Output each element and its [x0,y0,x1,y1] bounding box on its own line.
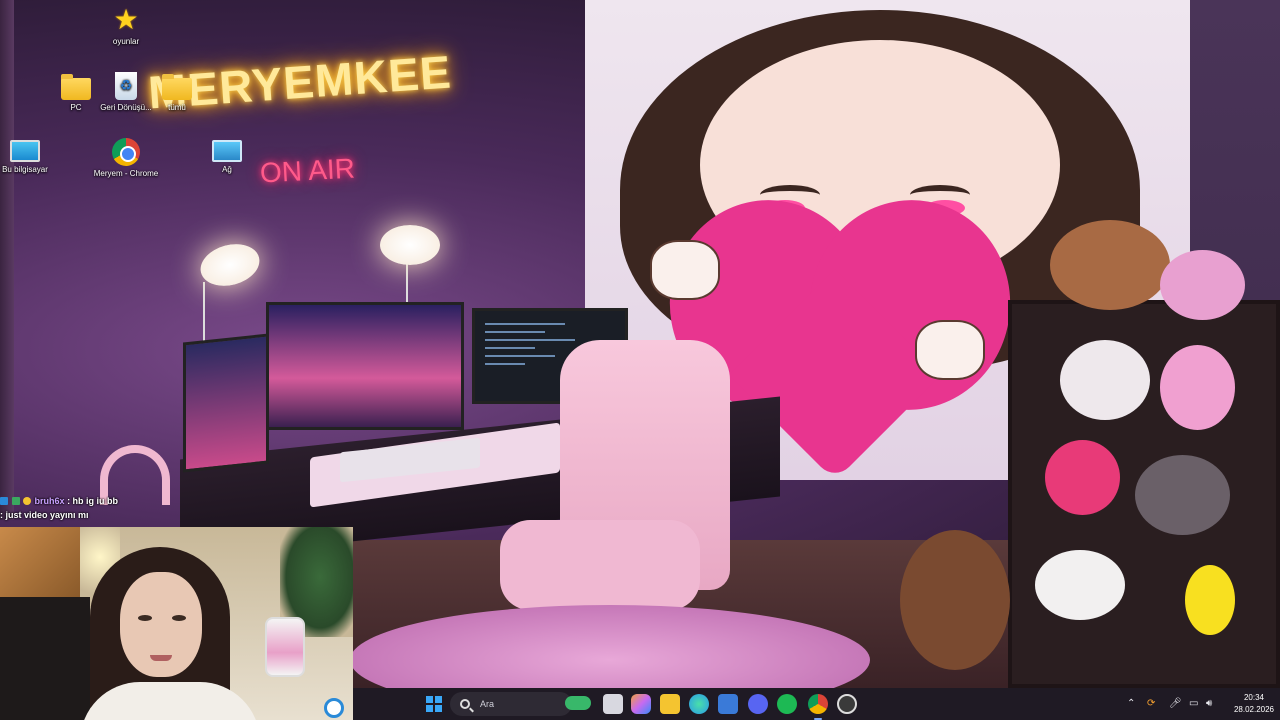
chat-text: : just video yayını mı [0,510,89,520]
desktop-icon-label: PC [70,103,82,112]
code-line [485,347,535,349]
desktop-icon-tumu[interactable]: tümü [143,74,211,113]
curtain [0,0,14,520]
code-line [485,355,555,357]
neon-on-air-sign: ON AIR [259,152,356,189]
sync-icon[interactable]: ⟳ [1147,688,1155,720]
spotify-button[interactable] [777,694,797,714]
chevron-up-icon[interactable]: ⌃ [1127,688,1135,720]
star-icon: ★ [113,4,139,35]
lamp [195,237,265,293]
desktop-icon-chrome-profile[interactable]: Meryem - Chrome [92,138,160,179]
water-bottle [265,617,305,677]
webcam-feed [0,527,353,720]
plush-toy [1060,340,1150,420]
search-icon [460,699,470,709]
badge-icon [0,497,8,505]
chat-text: : hb ig iu bb [64,496,119,506]
computer-icon [10,140,40,162]
streamer-face [120,572,202,677]
search-placeholder: Ara [480,699,495,709]
streamer-eye [172,615,186,621]
taskbar-search[interactable]: Ara [450,692,572,716]
desktop-icon-label: Meryem - Chrome [93,169,159,178]
lamp-stem [203,282,205,342]
chat-message: : just video yayını mı [0,508,360,522]
obs-logo-icon [324,698,344,718]
recycle-bin-icon: ♻ [115,72,137,100]
badge-icon [23,497,32,505]
chrome-button[interactable] [808,694,828,720]
plush-toy [1160,345,1235,430]
folder-icon [61,74,91,100]
cartoon-hand [650,240,720,300]
clock-date: 28.02.2026 [1233,705,1275,714]
taskbar: Ara ⌃ ⟳ 🎤︎ ▭ 🔊︎ 20:34 28.02.2026 [353,688,1280,720]
plush-toy [1160,250,1245,320]
background-shadow [0,597,90,720]
microphone-icon[interactable]: 🎤︎ [1169,688,1182,720]
monitor [266,302,464,430]
plush-toy [1185,565,1235,635]
windows-logo-icon [435,705,442,712]
desktop-icon-label: Bu bilgisayar [2,165,48,174]
desktop-icon-oyunlar[interactable]: ★ oyunlar [92,6,160,47]
code-line [485,323,565,325]
gaming-chair-seat [500,520,700,610]
volume-icon[interactable]: 🔊︎ [1206,688,1212,720]
wall-art [0,527,80,597]
streamer-mouth [150,655,172,661]
stream-chat-overlay: bruh6x : hb ig iu bb : just video yayını… [0,494,360,522]
plush-toy [1045,440,1120,515]
clock-time: 20:34 [1243,693,1265,702]
windows-logo-icon [426,696,433,703]
start-button[interactable] [426,696,442,712]
chrome-icon [112,138,140,166]
network-status-icon[interactable]: ▭ [1189,688,1198,720]
folder-icon [162,74,192,100]
task-view-button[interactable] [603,694,623,714]
chat-username: bruh6x [34,496,65,506]
discord-button[interactable] [748,694,768,714]
edge-button[interactable] [689,694,709,714]
plush-toy [900,530,1010,670]
streamer-eye [138,615,152,621]
desktop-icon-label: Ağ [222,165,232,174]
code-line [485,339,575,341]
desktop-icon-label: tümü [168,103,186,112]
microsoft-store-button[interactable] [718,694,738,714]
network-icon [212,140,242,162]
desktop-icon-label: oyunlar [112,37,140,46]
lamp [380,225,440,265]
badge-icon [11,497,20,505]
plush-toy [1135,455,1230,535]
obs-button[interactable] [837,694,857,714]
plush-toy [1035,550,1125,620]
file-explorer-button[interactable] [660,694,680,714]
taskbar-clock[interactable]: 20:34 28.02.2026 [1228,692,1280,716]
chat-message: bruh6x : hb ig iu bb [0,494,360,508]
code-line [485,331,545,333]
code-line [485,363,525,365]
desktop-icon-this-pc[interactable]: Bu bilgisayar [0,140,59,175]
monitor [183,333,269,473]
plush-toy [1050,220,1170,310]
widgets-button[interactable] [565,696,591,710]
desktop-icon-network[interactable]: Ağ [193,140,261,175]
windows-logo-icon [426,705,433,712]
windows-logo-icon [435,696,442,703]
cartoon-hand [915,320,985,380]
copilot-button[interactable] [631,694,651,714]
